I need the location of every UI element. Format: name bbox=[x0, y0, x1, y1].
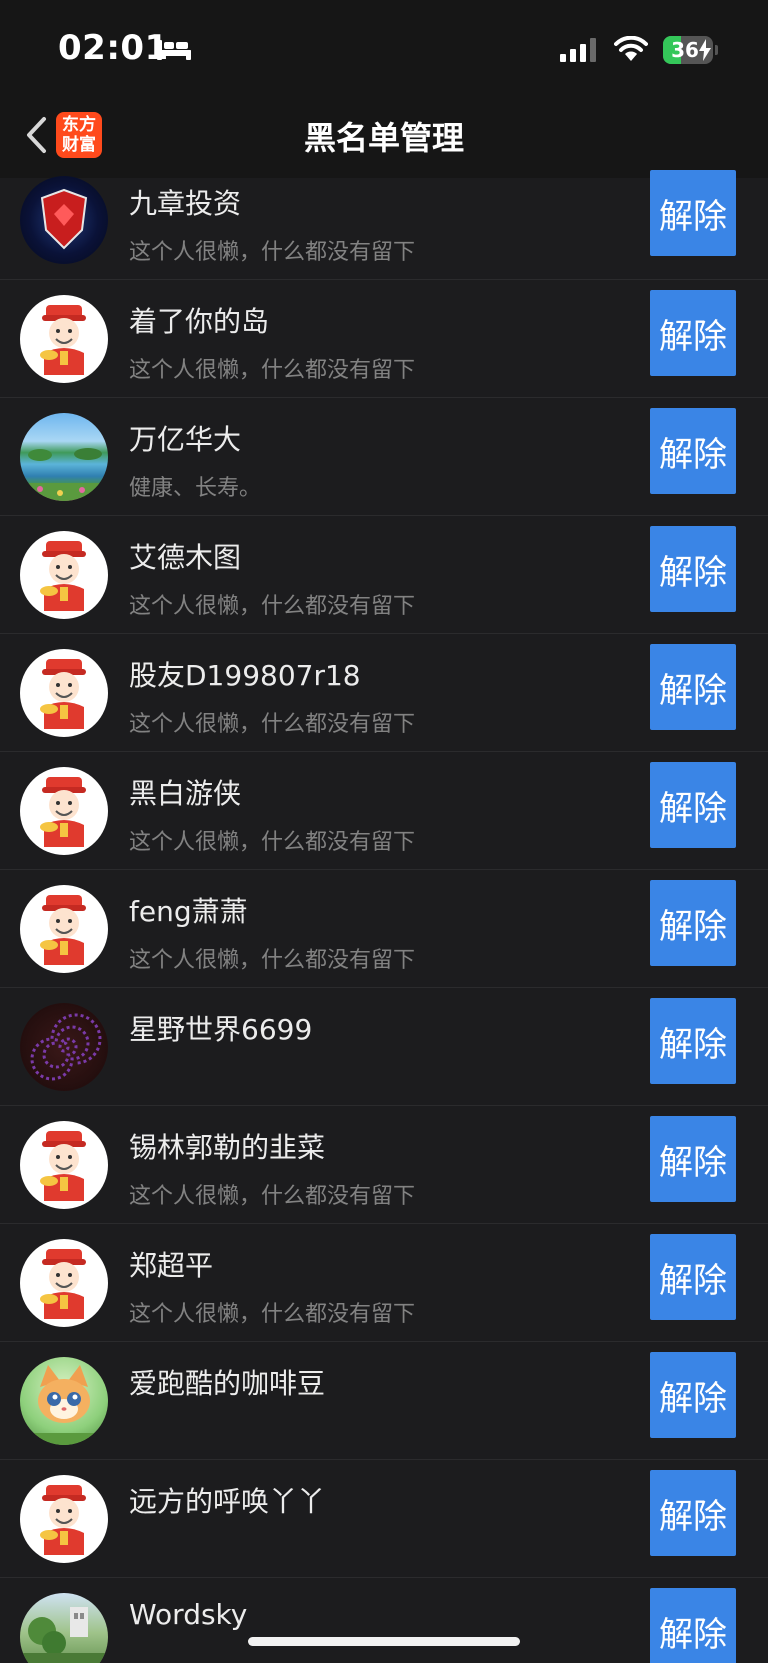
status-time: 02:01 bbox=[58, 28, 169, 68]
unblock-button[interactable]: 解除 bbox=[650, 998, 736, 1084]
user-name: 艾德木图 bbox=[129, 541, 242, 574]
nav-bar: 东方 财富 黑名单管理 bbox=[0, 100, 768, 178]
user-name: 九章投资 bbox=[129, 187, 242, 220]
caishen-avatar[interactable] bbox=[20, 649, 108, 737]
user-name: 黑白游侠 bbox=[129, 777, 242, 810]
user-bio: 这个人很懒，什么都没有留下 bbox=[129, 712, 416, 737]
unblock-button[interactable]: 解除 bbox=[650, 170, 736, 256]
unblock-button[interactable]: 解除 bbox=[650, 526, 736, 612]
caishen-avatar[interactable] bbox=[20, 1239, 108, 1327]
blocked-user-row[interactable]: 万亿华大健康、长寿。 解除 bbox=[0, 398, 768, 516]
user-name: 锡林郭勒的韭菜 bbox=[129, 1131, 326, 1164]
user-bio: 这个人很懒，什么都没有留下 bbox=[129, 1184, 416, 1209]
user-bio: 这个人很懒，什么都没有留下 bbox=[129, 830, 416, 855]
blocked-user-row[interactable]: 郑超平这个人很懒，什么都没有留下 解除 bbox=[0, 1224, 768, 1342]
user-name: 着了你的岛 bbox=[129, 305, 270, 338]
user-name: 郑超平 bbox=[129, 1249, 214, 1282]
user-name: 股友D199807r18 bbox=[129, 659, 361, 692]
unblock-button[interactable]: 解除 bbox=[650, 644, 736, 730]
page-title: 黑名单管理 bbox=[303, 119, 464, 157]
blocked-user-row[interactable]: 爱跑酷的咖啡豆 解除 bbox=[0, 1342, 768, 1460]
unblock-button[interactable]: 解除 bbox=[650, 762, 736, 848]
caishen-avatar[interactable] bbox=[20, 1475, 108, 1563]
unblock-button[interactable]: 解除 bbox=[650, 1116, 736, 1202]
shield-avatar[interactable] bbox=[20, 176, 108, 264]
screen: 02:01 36 东方 财富 黑名单管理 九章投资 这个人很懒，什么都没有留下 … bbox=[0, 0, 768, 1663]
spiral-avatar[interactable] bbox=[20, 1003, 108, 1091]
bed-icon bbox=[156, 38, 192, 66]
user-name: 爱跑酷的咖啡豆 bbox=[129, 1367, 326, 1400]
user-name: 远方的呼唤丫丫 bbox=[129, 1485, 326, 1518]
blocked-user-row[interactable]: 黑白游侠这个人很懒，什么都没有留下 解除 bbox=[0, 752, 768, 870]
blocked-user-row[interactable]: 锡林郭勒的韭菜这个人很懒，什么都没有留下 解除 bbox=[0, 1106, 768, 1224]
chevron-left-icon bbox=[25, 116, 47, 158]
garden-avatar[interactable] bbox=[20, 1593, 108, 1663]
unblock-button[interactable]: 解除 bbox=[650, 880, 736, 966]
app-logo[interactable]: 东方 财富 bbox=[56, 112, 102, 158]
charging-bolt-icon bbox=[699, 39, 711, 64]
blocked-user-row[interactable]: 着了你的岛这个人很懒，什么都没有留下 解除 bbox=[0, 280, 768, 398]
user-bio: 这个人很懒，什么都没有留下 bbox=[129, 358, 416, 383]
blocked-user-row[interactable]: 远方的呼唤丫丫 解除 bbox=[0, 1460, 768, 1578]
caishen-avatar[interactable] bbox=[20, 531, 108, 619]
caishen-avatar[interactable] bbox=[20, 1121, 108, 1209]
user-name: feng萧萧 bbox=[129, 895, 248, 928]
unblock-button[interactable]: 解除 bbox=[650, 1234, 736, 1320]
blocked-user-row[interactable]: 股友D199807r18 这个人很懒，什么都没有留下 解除 bbox=[0, 634, 768, 752]
home-indicator[interactable] bbox=[248, 1637, 520, 1646]
unblock-button[interactable]: 解除 bbox=[650, 290, 736, 376]
blocked-user-row[interactable]: 艾德木图这个人很懒，什么都没有留下 解除 bbox=[0, 516, 768, 634]
caishen-avatar[interactable] bbox=[20, 767, 108, 855]
lake-avatar[interactable] bbox=[20, 413, 108, 501]
blocked-user-row[interactable]: Wordsky 解除 bbox=[0, 1578, 768, 1663]
user-bio: 这个人很懒，什么都没有留下 bbox=[129, 240, 416, 265]
blocked-user-row[interactable]: 星野世界6699 解除 bbox=[0, 988, 768, 1106]
user-name: 星野世界6699 bbox=[129, 1013, 313, 1046]
caishen-avatar[interactable] bbox=[20, 885, 108, 973]
blocked-user-list: 九章投资 这个人很懒，什么都没有留下 解除 着了你的岛 这个人很懒，什么都没有留下 解除万… bbox=[0, 170, 768, 1663]
cat-avatar[interactable] bbox=[20, 1357, 108, 1445]
wifi-icon bbox=[614, 35, 648, 66]
user-bio: 这个人很懒，什么都没有留下 bbox=[129, 594, 416, 619]
unblock-button[interactable]: 解除 bbox=[650, 1352, 736, 1438]
logo-line1: 东方 bbox=[62, 115, 96, 135]
user-bio: 这个人很懒，什么都没有留下 bbox=[129, 948, 416, 973]
blocked-user-row[interactable]: feng萧萧这个人很懒，什么都没有留下 解除 bbox=[0, 870, 768, 988]
signal-icon bbox=[560, 38, 600, 66]
unblock-button[interactable]: 解除 bbox=[650, 1588, 736, 1663]
caishen-avatar[interactable] bbox=[20, 295, 108, 383]
status-bar: 02:01 36 bbox=[0, 0, 768, 100]
user-bio: 这个人很懒，什么都没有留下 bbox=[129, 1302, 416, 1327]
blocked-user-row[interactable]: 九章投资这个人很懒，什么都没有留下 解除 bbox=[0, 170, 768, 280]
user-name: Wordsky bbox=[129, 1598, 248, 1631]
unblock-button[interactable]: 解除 bbox=[650, 1470, 736, 1556]
user-bio: 健康、长寿。 bbox=[129, 476, 262, 501]
unblock-button[interactable]: 解除 bbox=[650, 408, 736, 494]
back-button[interactable] bbox=[14, 112, 58, 162]
logo-line2: 财富 bbox=[62, 135, 96, 155]
user-name: 万亿华大 bbox=[129, 423, 242, 456]
